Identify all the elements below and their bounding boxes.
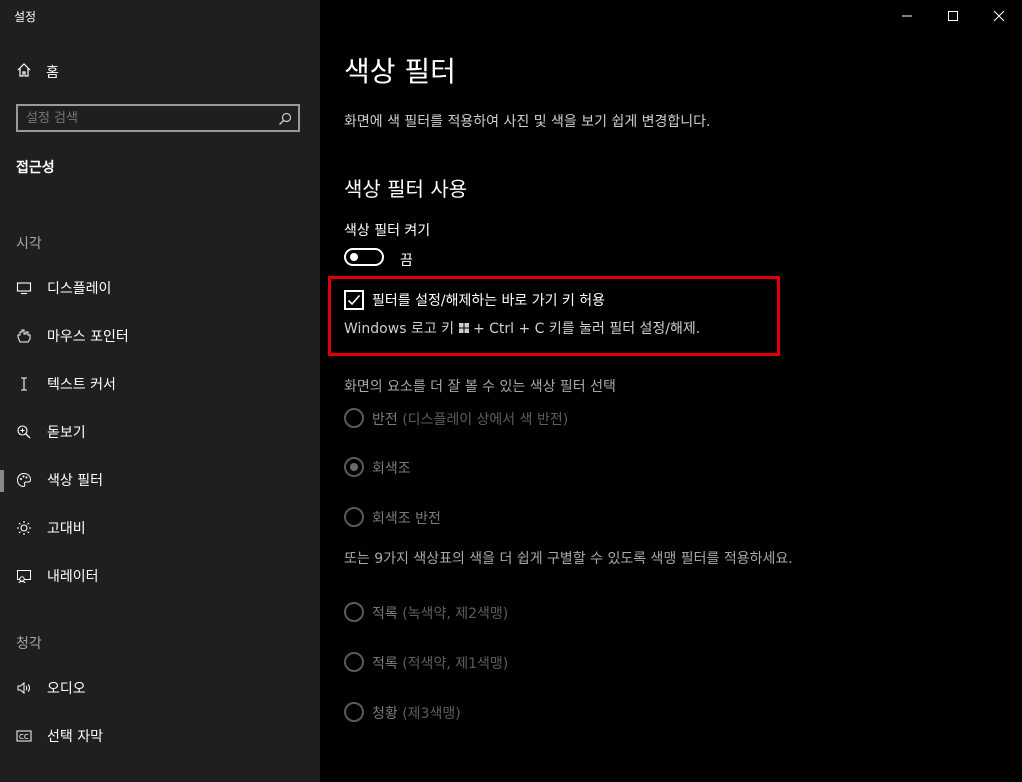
sidebar-item-label: 텍스트 커서: [47, 377, 116, 393]
audio-icon: [16, 680, 32, 696]
sidebar-item-label: 고대비: [47, 521, 86, 537]
sidebar-item-label: 마우스 포인터: [47, 329, 129, 345]
text-cursor-icon: [16, 376, 32, 392]
maximize-icon: [948, 11, 958, 21]
search-icon[interactable]: [278, 111, 292, 130]
sidebar: 설정 홈 접근성 시각 디스플레이 마우스 포인터 텍스트 커서 돋보기 색상 …: [0, 0, 320, 782]
section-label-vision: 시각: [16, 236, 42, 252]
nav-home[interactable]: 홈: [16, 62, 59, 82]
sidebar-item-magnifier[interactable]: 돋보기: [16, 420, 86, 444]
toggle-label: 색상 필터 켜기: [344, 223, 431, 239]
section-title: 색상 필터 사용: [344, 177, 468, 201]
radio-label-note: (디스플레이 상에서 색 반전): [397, 412, 569, 428]
radio-deuteranopia[interactable]: [344, 602, 364, 622]
radio-grayscale-label: 회색조: [372, 458, 411, 478]
sidebar-item-closed-captions[interactable]: CC 선택 자막: [16, 724, 103, 748]
closed-captions-icon: CC: [16, 728, 32, 744]
svg-text:CC: CC: [19, 733, 29, 741]
sidebar-item-narrator[interactable]: 내레이터: [16, 564, 99, 588]
radio-protanopia[interactable]: [344, 652, 364, 672]
color-filter-toggle[interactable]: [344, 248, 384, 266]
high-contrast-icon: [16, 520, 32, 536]
radio-label-text: 적록: [372, 606, 398, 622]
sidebar-item-high-contrast[interactable]: 고대비: [16, 516, 86, 540]
radio-label-text: 적록: [372, 656, 398, 672]
current-group-title: 접근성: [16, 160, 55, 176]
highlight-box: [328, 276, 780, 356]
section-label-hearing: 청각: [16, 636, 42, 652]
radio-dot: [350, 463, 358, 471]
filter-select-heading: 화면의 요소를 더 잘 볼 수 있는 색상 필터 선택: [344, 379, 616, 395]
close-button[interactable]: [976, 0, 1022, 32]
shortcut-checkbox[interactable]: [344, 290, 364, 310]
maximize-button[interactable]: [930, 0, 976, 32]
sidebar-item-label: 내레이터: [47, 569, 99, 585]
sidebar-item-mouse-pointer[interactable]: 마우스 포인터: [16, 324, 129, 348]
radio-tritanopia-label: 청황 (제3색맹): [372, 703, 461, 723]
radio-grayscale-inverted-label: 회색조 반전: [372, 508, 441, 528]
shortcut-description: Windows 로고 키 + Ctrl + C 키를 눌러 필터 설정/해제.: [344, 318, 700, 338]
toggle-knob: [350, 253, 358, 261]
mouse-pointer-icon: [16, 328, 32, 344]
radio-invert-label: 반전 (디스플레이 상에서 색 반전): [372, 409, 568, 429]
home-icon: [16, 62, 32, 82]
windows-logo-icon: [458, 323, 469, 333]
main-content: 색상 필터 화면에 색 필터를 적용하여 사진 및 색을 보기 쉽게 변경합니다…: [320, 0, 1022, 782]
close-icon: [993, 10, 1005, 22]
radio-label-note: (적색약, 제1색맹): [397, 656, 509, 672]
shortcut-checkbox-label: 필터를 설정/해제하는 바로 가기 키 허용: [372, 293, 606, 309]
minimize-icon: [902, 15, 912, 17]
radio-label-text: 회색조: [372, 461, 411, 477]
sidebar-item-display[interactable]: 디스플레이: [16, 276, 111, 300]
selected-indicator: [0, 470, 4, 492]
colorblind-heading: 또는 9가지 색상표의 색을 더 쉽게 구별할 수 있도록 색맹 필터를 적용하…: [344, 551, 793, 567]
shortcut-desc-before: Windows 로고 키: [344, 321, 459, 337]
sidebar-item-color-filter[interactable]: 색상 필터: [16, 468, 103, 492]
page-subtitle: 화면에 색 필터를 적용하여 사진 및 색을 보기 쉽게 변경합니다.: [344, 114, 711, 130]
search-input[interactable]: [26, 109, 266, 127]
sidebar-item-text-cursor[interactable]: 텍스트 커서: [16, 372, 116, 396]
display-icon: [16, 280, 32, 296]
color-filter-icon: [16, 472, 32, 488]
radio-label-note: (녹색약, 제2색맹): [397, 606, 509, 622]
sidebar-item-label: 돋보기: [47, 425, 86, 441]
nav-home-label: 홈: [46, 65, 59, 81]
sidebar-item-label: 선택 자막: [47, 729, 103, 745]
app-title: 설정: [14, 10, 37, 24]
sidebar-item-audio[interactable]: 오디오: [16, 676, 86, 700]
radio-grayscale[interactable]: [344, 457, 364, 477]
toggle-state: 끔: [400, 253, 413, 269]
sidebar-item-label: 디스플레이: [47, 281, 112, 297]
radio-protanopia-label: 적록 (적색약, 제1색맹): [372, 653, 508, 673]
radio-label-text: 반전: [372, 412, 398, 428]
narrator-icon: [16, 568, 32, 584]
radio-label-text: 회색조 반전: [372, 511, 441, 527]
radio-deuteranopia-label: 적록 (녹색약, 제2색맹): [372, 603, 508, 623]
radio-label-note: (제3색맹): [397, 706, 461, 722]
radio-invert[interactable]: [344, 408, 364, 428]
radio-tritanopia[interactable]: [344, 702, 364, 722]
minimize-button[interactable]: [884, 0, 930, 32]
sidebar-item-label: 오디오: [47, 681, 86, 697]
page-title: 색상 필터: [344, 55, 456, 88]
sidebar-item-label: 색상 필터: [47, 473, 103, 489]
magnifier-icon: [16, 424, 32, 440]
settings-search[interactable]: [16, 104, 300, 132]
radio-label-text: 청황: [372, 706, 398, 722]
radio-grayscale-inverted[interactable]: [344, 507, 364, 527]
checkmark-icon: [347, 294, 361, 306]
shortcut-desc-after: + Ctrl + C 키를 눌러 필터 설정/해제.: [468, 321, 701, 337]
